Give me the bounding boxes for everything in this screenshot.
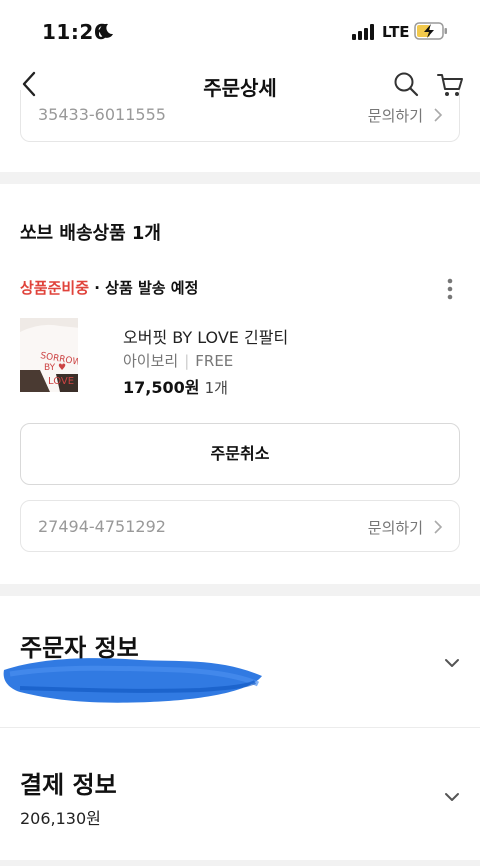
product-thumbnail[interactable]: SORROW BY ♥ LOVE <box>20 318 78 392</box>
chevron-down-icon[interactable] <box>444 792 460 802</box>
product-price: 17,500원 <box>123 378 200 397</box>
option-separator: | <box>184 352 190 370</box>
shipment-status: 상품준비중 · 상품 발송 예정 <box>20 277 198 298</box>
moon-icon <box>99 23 113 38</box>
section-divider <box>0 584 480 596</box>
status-badge: 상품준비중 <box>20 279 90 297</box>
status-bar: 11:26 LTE <box>0 0 480 62</box>
product-size: FREE <box>195 352 234 370</box>
tracking-row[interactable]: 27494-4751292 문의하기 <box>20 500 460 552</box>
chevron-down-icon[interactable] <box>444 658 460 668</box>
redaction-scribble <box>3 658 262 703</box>
product-name[interactable]: 오버핏 BY LOVE 긴팔티 <box>123 324 288 348</box>
battery-charging-icon <box>414 22 447 40</box>
shipment-title: 쏘브 배송상품 1개 <box>20 223 161 244</box>
chevron-right-icon <box>434 108 443 122</box>
section-divider <box>0 860 480 866</box>
section-divider <box>0 172 480 184</box>
svg-text:BY ♥: BY ♥ <box>44 363 66 373</box>
network-label: LTE <box>382 23 410 41</box>
inquiry-link[interactable]: 문의하기 <box>368 517 423 538</box>
signal-icon <box>352 24 374 40</box>
inquiry-link[interactable]: 문의하기 <box>368 105 423 126</box>
status-detail: · 상품 발송 예정 <box>89 279 199 297</box>
product-price-line: 17,500원 1개 <box>123 374 228 398</box>
payment-amount: 206,130원 <box>20 809 101 828</box>
section-separator <box>0 727 480 728</box>
more-options-icon[interactable] <box>446 278 454 300</box>
svg-text:LOVE: LOVE <box>48 376 74 387</box>
tracking-number: 35433-6011555 <box>38 105 166 124</box>
product-image: SORROW BY ♥ LOVE <box>20 318 78 392</box>
cancel-order-button[interactable]: 주문취소 <box>20 423 460 485</box>
product-color: 아이보리 <box>123 352 179 370</box>
product-options: 아이보리 | FREE <box>123 350 233 371</box>
tracking-number: 27494-4751292 <box>38 517 166 536</box>
tracking-row-prev[interactable]: 35433-6011555 문의하기 <box>20 90 460 142</box>
chevron-right-icon <box>434 520 443 534</box>
payment-info-title[interactable]: 결제 정보 <box>20 765 117 800</box>
product-quantity: 1개 <box>204 379 228 397</box>
